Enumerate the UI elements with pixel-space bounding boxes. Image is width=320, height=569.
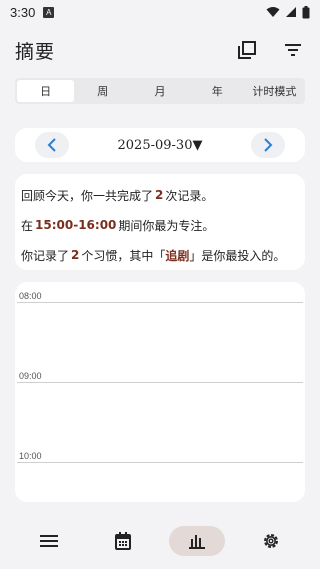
battery-icon [302, 5, 310, 18]
page-title: 摘要 [15, 40, 56, 63]
top-habit: 追剧 [165, 248, 190, 263]
date-selector[interactable]: 2025-09-30▼ [118, 138, 203, 153]
summary-text: 次记录。 [165, 188, 214, 203]
tab-timer-mode[interactable]: 计时模式 [246, 80, 303, 102]
wifi-icon [266, 7, 280, 17]
nav-list-button[interactable] [21, 526, 77, 556]
filter-icon [285, 44, 301, 56]
record-count: 2 [155, 188, 164, 202]
app-header: 摘要 [0, 34, 320, 66]
date-navigator: 2025-09-30▼ [15, 128, 305, 162]
hour-label: 08:00 [19, 291, 42, 301]
nav-calendar-button[interactable] [95, 526, 151, 556]
summary-text: 」是你最投入的。 [189, 248, 286, 263]
chevron-left-icon [47, 138, 56, 152]
copy-button[interactable] [235, 38, 259, 62]
gear-icon [264, 533, 278, 548]
hour-label: 09:00 [19, 371, 42, 381]
status-icons [266, 5, 310, 19]
summary-records-line: 回顾今天，你一共完成了 2 次记录。 [21, 180, 299, 210]
summary-text: 在 [21, 218, 34, 233]
status-time: 3:30 [10, 4, 36, 20]
summary-focus-line: 在 15:00-16:00 期间你最为专注。 [21, 210, 299, 240]
status-bar: 3:30 A [0, 0, 320, 24]
summary-text: 你记录了 [21, 248, 70, 263]
timeline-card[interactable]: 08:00 09:00 10:00 [15, 282, 305, 502]
nav-stats-button[interactable] [169, 525, 225, 556]
focus-period: 15:00-16:00 [35, 218, 117, 232]
hour-label: 10:00 [19, 451, 42, 461]
hour-divider [17, 462, 303, 463]
nav-settings-button[interactable] [243, 526, 299, 556]
tab-month[interactable]: 月 [131, 80, 188, 102]
list-icon [40, 534, 58, 547]
habit-count: 2 [71, 248, 80, 262]
header-actions [235, 38, 305, 62]
summary-text: 回顾今天，你一共完成了 [21, 188, 154, 203]
tab-week[interactable]: 周 [74, 80, 131, 102]
tab-year[interactable]: 年 [189, 80, 246, 102]
summary-text: 个习惯，其中「 [81, 248, 166, 263]
notification-icon: A [43, 6, 55, 18]
previous-day-button[interactable] [35, 132, 69, 158]
signal-icon [286, 7, 296, 17]
bottom-navigation [0, 512, 320, 569]
chevron-right-icon [264, 138, 273, 152]
tab-day[interactable]: 日 [17, 80, 75, 102]
summary-card: 回顾今天，你一共完成了 2 次记录。 在 15:00-16:00 期间你最为专注… [15, 174, 305, 270]
period-tabs: 日 周 月 年 计时模式 [15, 78, 305, 104]
filter-button[interactable] [281, 38, 305, 62]
hour-divider [17, 302, 303, 303]
summary-text: 期间你最为专注。 [118, 218, 215, 233]
summary-habits-line: 你记录了 2 个习惯，其中「 追剧 」是你最投入的。 [21, 240, 299, 270]
next-day-button[interactable] [250, 132, 285, 158]
chart-icon [189, 534, 205, 549]
calendar-icon [115, 531, 131, 550]
copy-icon [238, 41, 256, 59]
hour-divider [17, 382, 303, 383]
